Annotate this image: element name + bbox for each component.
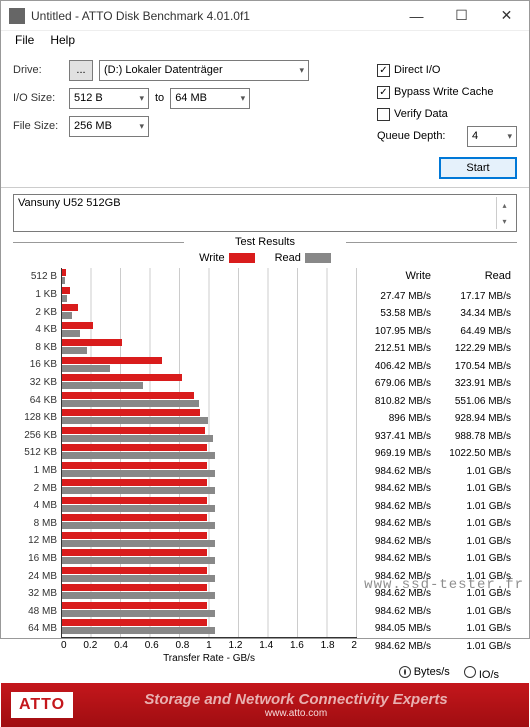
direct-io-checkbox[interactable]: ✓Direct I/O [377, 59, 517, 81]
chevron-down-icon: ▾ [241, 93, 246, 104]
io-size-label: I/O Size: [13, 92, 69, 104]
menu-help[interactable]: Help [42, 31, 83, 51]
menubar: File Help [1, 31, 529, 51]
read-column: Read17.17 MB/s34.34 MB/s64.49 MB/s122.29… [437, 268, 517, 638]
x-axis-label: Transfer Rate - GB/s [61, 653, 357, 664]
results-header: Test Results [13, 234, 517, 250]
file-size-label: File Size: [13, 120, 69, 132]
app-icon [9, 8, 25, 24]
footer: ATTO Storage and Network Connectivity Ex… [1, 683, 529, 727]
write-swatch-icon [229, 253, 255, 263]
io-to-select[interactable]: 64 MB▾ [170, 88, 250, 109]
scroll-down-icon[interactable]: ▾ [496, 213, 512, 229]
x-axis-ticks: 00.20.40.60.811.21.41.61.82 [61, 638, 357, 653]
queue-depth-label: Queue Depth: [377, 130, 467, 142]
maximize-button[interactable]: ☐ [439, 1, 484, 31]
minimize-button[interactable]: — [394, 1, 439, 31]
drive-value: (D:) Lokaler Datenträger [104, 64, 223, 76]
chevron-down-icon: ▾ [139, 93, 144, 104]
drive-label: Drive: [13, 64, 69, 76]
device-name: Vansuny U52 512GB [18, 197, 496, 229]
bytes-radio[interactable]: Bytes/s [399, 666, 450, 681]
footer-line2: www.atto.com [73, 708, 519, 719]
chart-bars [61, 268, 357, 638]
io-to-label: to [155, 92, 164, 104]
chevron-down-icon: ▾ [507, 131, 512, 142]
scroll-up-icon[interactable]: ▴ [496, 197, 512, 213]
verify-checkbox[interactable]: Verify Data [377, 103, 517, 125]
bypass-checkbox[interactable]: ✓Bypass Write Cache [377, 81, 517, 103]
legend: Write Read [13, 250, 517, 268]
y-axis-labels: 512 B1 KB2 KB4 KB8 KB16 KB32 KB64 KB128 … [13, 268, 61, 638]
ios-radio[interactable]: IO/s [464, 666, 499, 681]
device-textarea[interactable]: Vansuny U52 512GB ▴ ▾ [13, 194, 517, 232]
queue-depth-select[interactable]: 4▾ [467, 126, 517, 147]
menu-file[interactable]: File [7, 31, 42, 51]
close-button[interactable]: ✕ [484, 1, 529, 31]
io-from-select[interactable]: 512 B▾ [69, 88, 149, 109]
footer-line1: Storage and Network Connectivity Experts [73, 691, 519, 708]
file-size-select[interactable]: 256 MB▾ [69, 116, 149, 137]
window-title: Untitled - ATTO Disk Benchmark 4.01.0f1 [31, 9, 394, 23]
chevron-down-icon: ▾ [299, 65, 304, 76]
chevron-down-icon: ▾ [139, 121, 144, 132]
read-swatch-icon [305, 253, 331, 263]
titlebar: Untitled - ATTO Disk Benchmark 4.01.0f1 … [1, 1, 529, 31]
write-column: Write27.47 MB/s53.58 MB/s107.95 MB/s212.… [357, 268, 437, 638]
atto-logo: ATTO [11, 692, 73, 718]
drive-browse-button[interactable]: ... [69, 60, 93, 81]
start-button[interactable]: Start [439, 157, 517, 179]
drive-select[interactable]: (D:) Lokaler Datenträger ▾ [99, 60, 309, 81]
